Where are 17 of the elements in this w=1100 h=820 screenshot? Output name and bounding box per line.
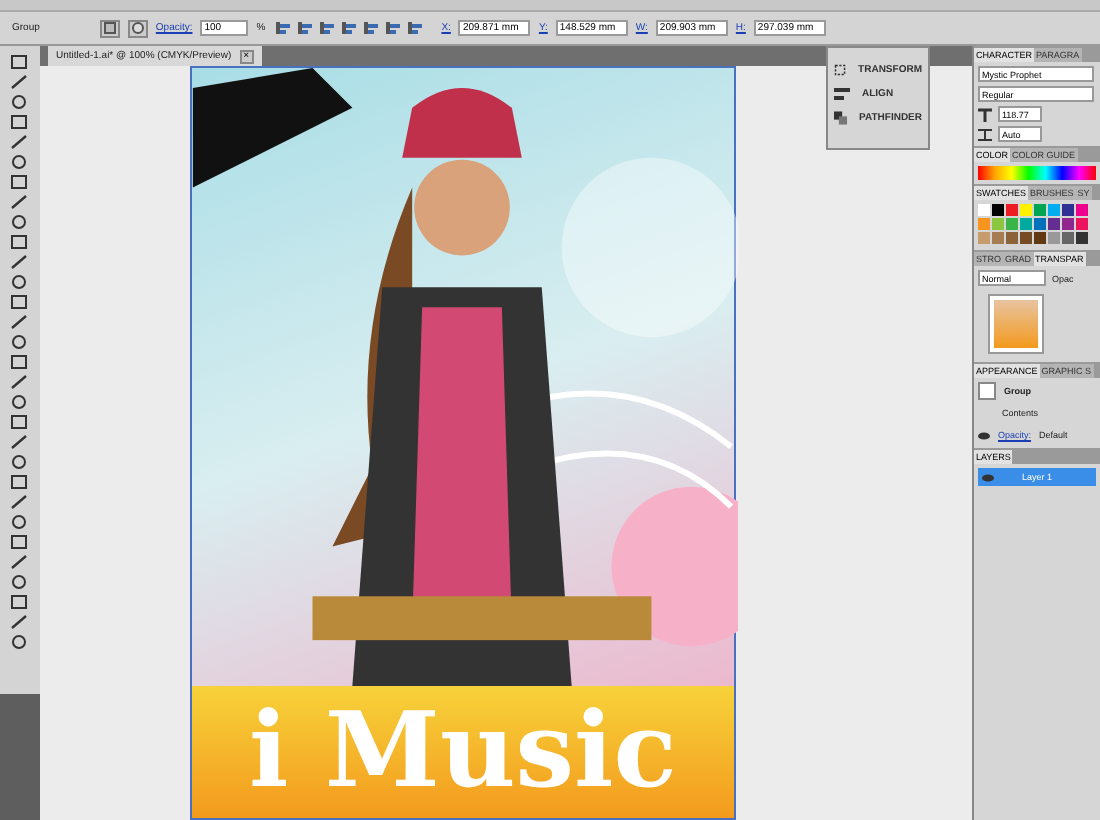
stroke-icon[interactable] <box>99 19 120 37</box>
transform-icon <box>834 62 847 78</box>
swatch <box>978 382 996 400</box>
tool-icons-drawing[interactable] <box>0 46 40 694</box>
pathfinder-icon <box>834 110 848 126</box>
eye-icon <box>978 429 990 441</box>
leading-icon <box>978 127 992 141</box>
artwork-title: i Music <box>192 686 734 818</box>
color-spectrum-bar[interactable] <box>978 166 1096 180</box>
align-icon <box>834 86 850 102</box>
circle-icon <box>131 22 144 34</box>
artwork-thumbnail <box>990 296 1042 352</box>
swatch-grid <box>978 204 1090 246</box>
font-size-icon <box>978 107 992 121</box>
style-icon[interactable] <box>127 19 148 37</box>
square-icon <box>103 22 116 34</box>
eye-icon <box>982 471 994 483</box>
